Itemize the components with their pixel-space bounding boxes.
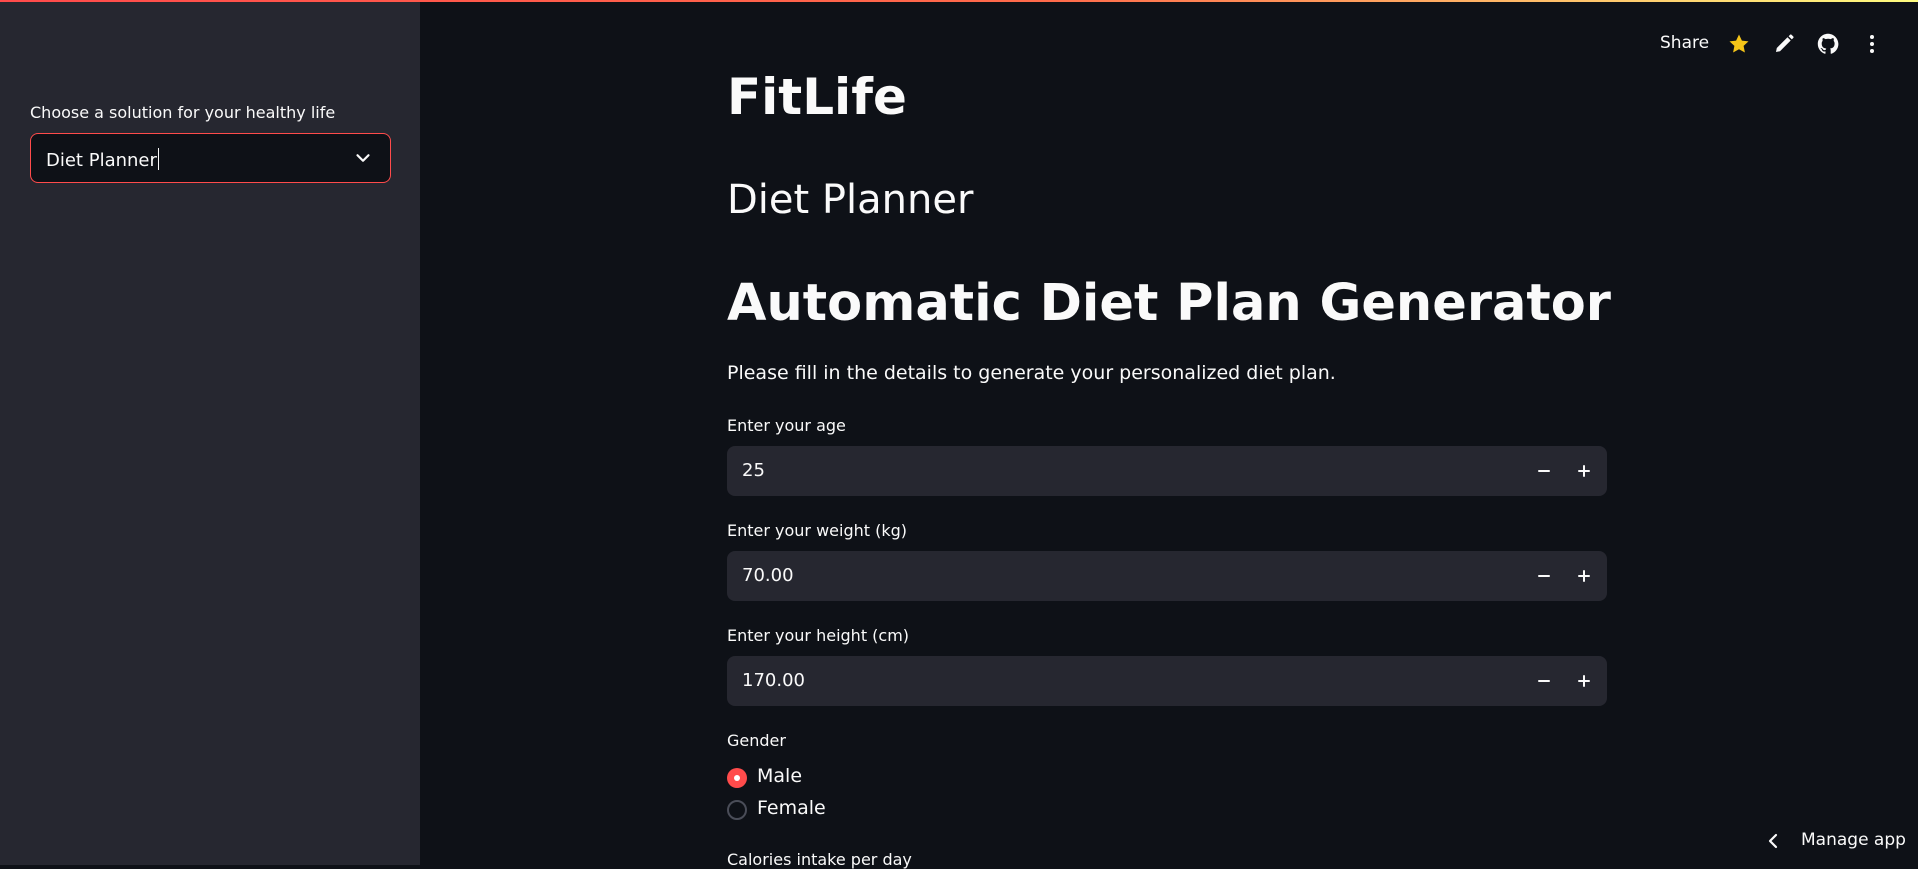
- manage-app-button[interactable]: Manage app: [1763, 829, 1913, 853]
- age-input[interactable]: 25: [727, 446, 1607, 496]
- plus-icon: [1578, 570, 1590, 582]
- age-increment-button[interactable]: [1571, 458, 1597, 484]
- gender-option-label: Male: [757, 765, 803, 787]
- height-value[interactable]: 170.00: [742, 670, 805, 691]
- radio-button[interactable]: [727, 800, 747, 820]
- share-button[interactable]: Share: [1660, 33, 1709, 53]
- weight-value[interactable]: 70.00: [742, 565, 794, 586]
- weight-decrement-button[interactable]: [1531, 563, 1557, 589]
- gender-label: Gender: [727, 731, 786, 750]
- instructions-text: Please fill in the details to generate y…: [727, 362, 1336, 384]
- plus-icon: [1578, 675, 1590, 687]
- radio-button-selected[interactable]: [727, 768, 747, 788]
- height-input[interactable]: 170.00: [727, 656, 1607, 706]
- weight-increment-button[interactable]: [1571, 563, 1597, 589]
- height-label: Enter your height (cm): [727, 626, 910, 645]
- minus-icon: [1538, 680, 1550, 682]
- chevron-left-icon: [1768, 833, 1778, 849]
- solution-select[interactable]: Diet Planner: [30, 133, 391, 183]
- star-icon[interactable]: [1727, 32, 1751, 56]
- page-subtitle: Diet Planner: [727, 177, 974, 223]
- pencil-icon[interactable]: [1772, 32, 1796, 56]
- calories-label: Calories intake per day: [727, 850, 912, 869]
- age-label: Enter your age: [727, 416, 846, 435]
- chevron-down-icon[interactable]: [352, 147, 374, 169]
- plus-icon: [1578, 465, 1590, 477]
- github-icon[interactable]: [1816, 32, 1840, 56]
- minus-icon: [1538, 470, 1550, 472]
- generator-heading: Automatic Diet Plan Generator: [727, 274, 1611, 333]
- solution-select-value[interactable]: Diet Planner: [46, 148, 159, 171]
- weight-input[interactable]: 70.00: [727, 551, 1607, 601]
- more-vertical-icon[interactable]: [1860, 32, 1884, 56]
- sidebar: Choose a solution for your healthy life …: [0, 0, 420, 865]
- text-cursor: [157, 148, 159, 170]
- age-value[interactable]: 25: [742, 460, 765, 481]
- weight-label: Enter your weight (kg): [727, 521, 908, 540]
- age-decrement-button[interactable]: [1531, 458, 1557, 484]
- minus-icon: [1538, 575, 1550, 577]
- app-title: FitLife: [727, 68, 907, 126]
- top-decoration-bar: [0, 0, 1918, 2]
- solution-select-label: Choose a solution for your healthy life: [30, 103, 336, 122]
- manage-app-label: Manage app: [1801, 830, 1906, 850]
- gender-option-label: Female: [757, 797, 826, 819]
- height-increment-button[interactable]: [1571, 668, 1597, 694]
- height-decrement-button[interactable]: [1531, 668, 1557, 694]
